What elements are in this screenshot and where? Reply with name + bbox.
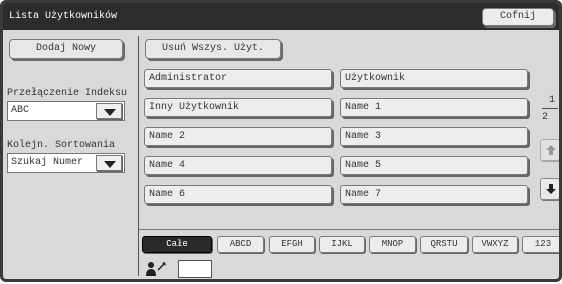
user-item[interactable]: Name 4	[144, 156, 332, 175]
page-separator	[542, 108, 558, 109]
index-switch-select[interactable]: ABC	[7, 101, 125, 121]
user-item[interactable]: Name 3	[340, 127, 528, 146]
user-item[interactable]: Name 5	[340, 156, 528, 175]
index-switch-label: Przełączenie Indeksu	[7, 88, 128, 99]
user-item[interactable]: Name 6	[144, 185, 332, 204]
index-switch-value: ABC	[11, 105, 30, 116]
index-tab-ijkl[interactable]: IJKL	[319, 236, 365, 253]
arrow-down-icon	[546, 184, 556, 194]
user-item[interactable]: Użytkownik	[340, 69, 528, 88]
user-list-window: Lista Użytkowników Cofnij Dodaj Nowy Prz…	[0, 0, 562, 282]
user-id-field[interactable]	[178, 260, 212, 278]
sort-order-label: Kolejn. Sortowania	[7, 140, 116, 151]
user-item[interactable]: Name 7	[340, 185, 528, 204]
index-tab-123[interactable]: 123	[522, 236, 559, 253]
lower-separator	[139, 229, 559, 230]
sort-order-select[interactable]: Szukaj Numer	[7, 153, 125, 173]
sort-order-dropdown-button[interactable]	[96, 155, 122, 171]
sort-order-value: Szukaj Numer	[11, 157, 84, 168]
back-button[interactable]: Cofnij	[482, 8, 554, 26]
panel-divider	[138, 36, 139, 276]
index-tab-efgh[interactable]: EFGH	[269, 236, 315, 253]
user-item[interactable]: Inny Użytkownik	[144, 98, 332, 117]
delete-all-users-button[interactable]: Usuń Wszys. Użyt.	[145, 39, 281, 59]
current-page: 1	[549, 95, 556, 106]
index-tab-qrstu[interactable]: QRSTU	[420, 236, 468, 253]
index-tab-mnop[interactable]: MNOP	[369, 236, 416, 253]
add-new-button[interactable]: Dodaj Nowy	[9, 39, 123, 59]
index-switch-dropdown-button[interactable]	[96, 103, 122, 119]
user-item[interactable]: Name 1	[340, 98, 528, 117]
window-title: Lista Użytkowników	[9, 11, 118, 22]
title-bar: Lista Użytkowników Cofnij	[3, 3, 559, 30]
index-tab-vwxyz[interactable]: VWXYZ	[472, 236, 518, 253]
scroll-down-button[interactable]	[540, 178, 559, 200]
total-pages: 2	[542, 112, 549, 123]
index-tab-all[interactable]: Całe	[142, 236, 212, 253]
arrow-up-icon	[546, 145, 556, 155]
user-item[interactable]: Administrator	[144, 69, 332, 88]
user-item[interactable]: Name 2	[144, 127, 332, 146]
chevron-down-icon	[104, 109, 116, 116]
scroll-up-button[interactable]	[540, 139, 559, 161]
chevron-down-icon	[104, 161, 116, 168]
person-edit-icon	[146, 262, 166, 276]
index-tab-abcd[interactable]: ABCD	[217, 236, 264, 253]
